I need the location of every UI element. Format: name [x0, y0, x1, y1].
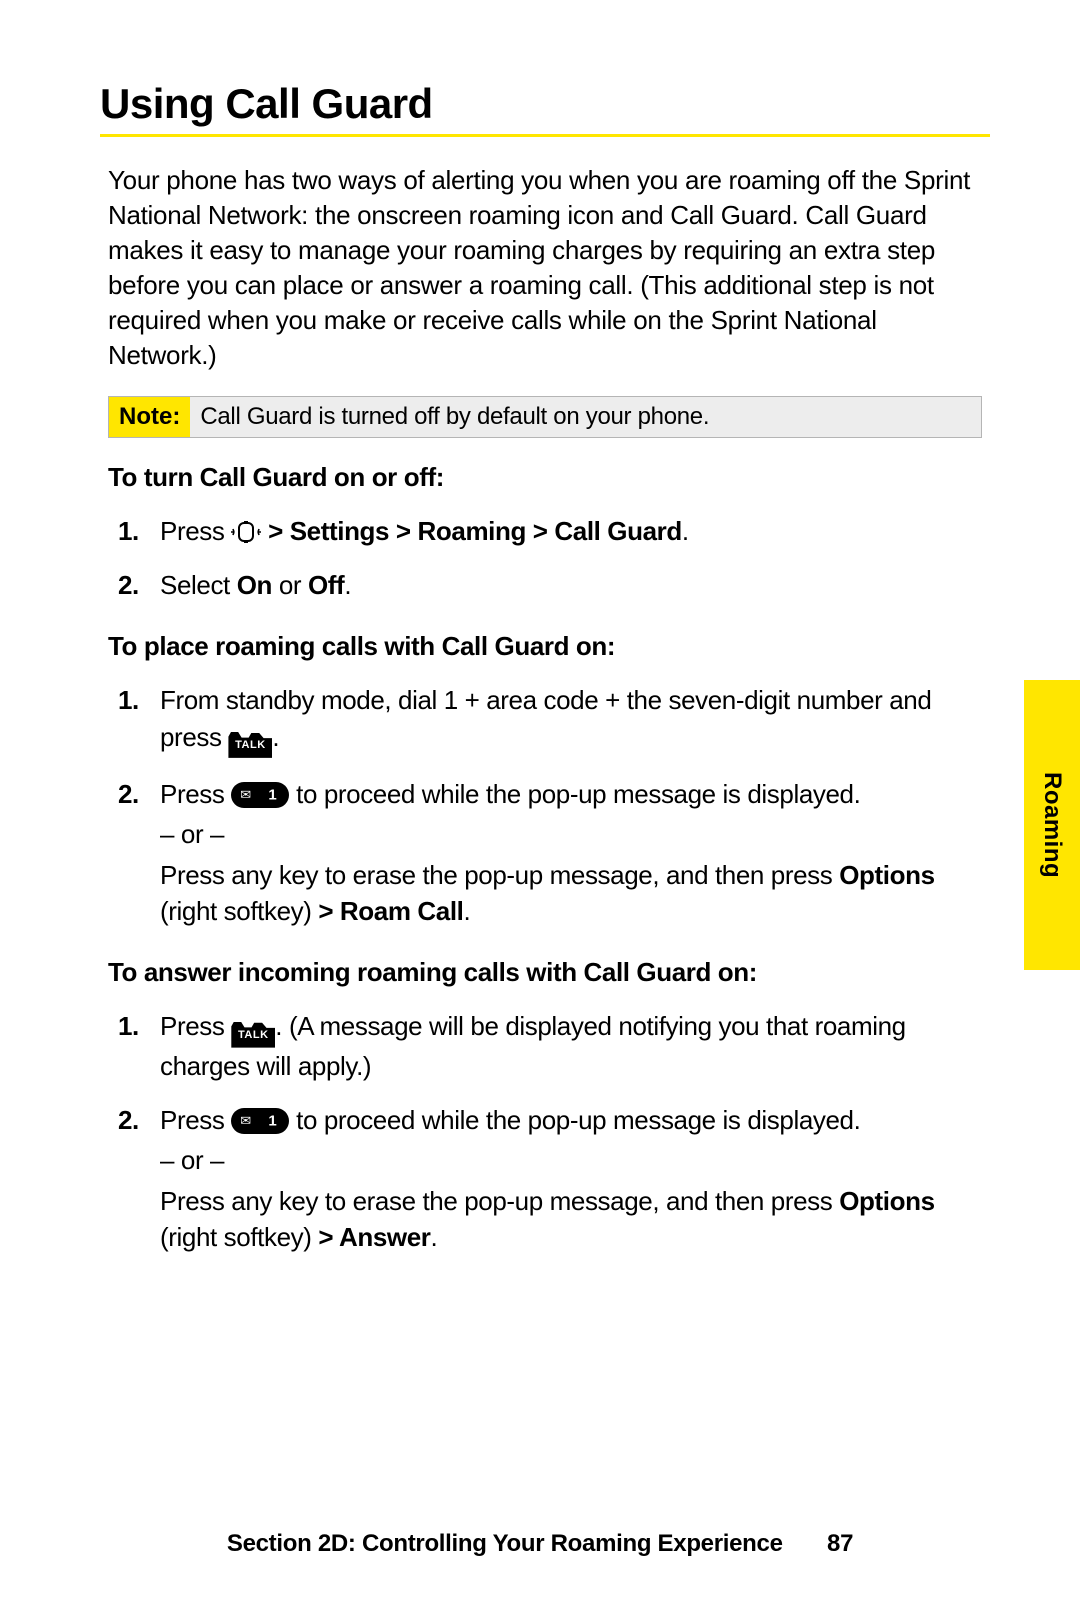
step-turn-1: 1. Press > Settings > Roaming > Call Gua… — [160, 513, 974, 549]
note-box: Note: Call Guard is turned off by defaul… — [108, 396, 982, 438]
footer-section-text: Section 2D: Controlling Your Roaming Exp… — [227, 1530, 783, 1557]
step-place-1: 1. From standby mode, dial 1 + area code… — [160, 682, 974, 758]
page-title: Using Call Guard — [100, 80, 990, 128]
or-separator: – or – — [160, 1142, 974, 1178]
steps-turn: 1. Press > Settings > Roaming > Call Gua… — [100, 513, 990, 604]
steps-place: 1. From standby mode, dial 1 + area code… — [100, 682, 990, 929]
steps-answer: 1. Press TALK. (A message will be displa… — [100, 1008, 990, 1255]
side-tab-label: Roaming — [1038, 772, 1066, 878]
one-key-icon — [231, 1108, 289, 1134]
subhead-place-calls: To place roaming calls with Call Guard o… — [108, 631, 982, 662]
page-number: 87 — [827, 1530, 853, 1558]
step-place-2: 2. Press to proceed while the pop-up mes… — [160, 776, 974, 930]
subhead-turn-on-off: To turn Call Guard on or off: — [108, 462, 982, 493]
or-separator: – or – — [160, 816, 974, 852]
one-key-icon — [231, 782, 289, 808]
note-text: Call Guard is turned off by default on y… — [190, 397, 981, 437]
note-label: Note: — [109, 397, 190, 437]
section-side-tab: Roaming — [1024, 680, 1080, 970]
talk-key-icon: TALK — [231, 1022, 275, 1048]
intro-paragraph: Your phone has two ways of alerting you … — [108, 163, 982, 374]
step-answer-2: 2. Press to proceed while the pop-up mes… — [160, 1102, 974, 1256]
title-underline — [100, 134, 990, 137]
talk-key-icon: TALK — [228, 732, 272, 758]
step-answer-1: 1. Press TALK. (A message will be displa… — [160, 1008, 974, 1084]
ok-key-icon — [231, 521, 261, 547]
subhead-answer-calls: To answer incoming roaming calls with Ca… — [108, 957, 982, 988]
page-footer: Section 2D: Controlling Your Roaming Exp… — [0, 1530, 1080, 1558]
step-turn-2: 2. Select On or Off. — [160, 567, 974, 603]
